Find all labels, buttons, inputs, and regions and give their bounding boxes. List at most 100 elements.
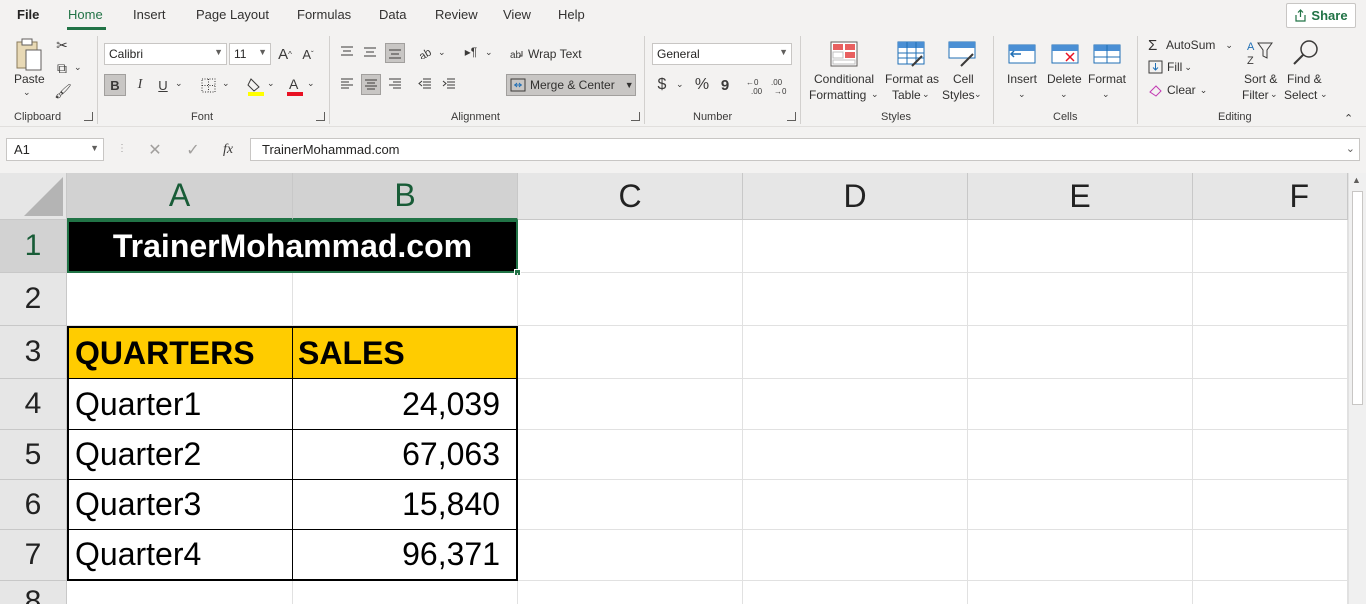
- borders-icon[interactable]: [199, 76, 217, 94]
- header-sales[interactable]: SALES: [293, 326, 518, 379]
- tab-data[interactable]: Data: [379, 7, 406, 22]
- cell-a8[interactable]: [67, 581, 293, 604]
- chevron-down-icon[interactable]: ⌄: [1270, 89, 1278, 100]
- chevron-down-icon[interactable]: ⌄: [1320, 89, 1328, 100]
- column-header-f[interactable]: F: [1193, 173, 1348, 220]
- comma-style-icon[interactable]: 9: [718, 75, 732, 95]
- vertical-scrollbar[interactable]: ▲: [1348, 173, 1366, 604]
- chevron-down-icon[interactable]: ⌄: [922, 89, 930, 100]
- wrap-text-button[interactable]: ab Wrap Text: [510, 45, 582, 63]
- column-header-b[interactable]: B: [293, 173, 518, 220]
- expand-formula-icon[interactable]: ⌄: [1346, 142, 1355, 155]
- find-select-icon[interactable]: [1290, 38, 1322, 68]
- percent-icon[interactable]: %: [693, 75, 711, 95]
- sort-filter-icon[interactable]: AZ: [1245, 38, 1277, 68]
- currency-chevron-icon[interactable]: ⌄: [676, 79, 684, 90]
- collapse-ribbon-icon[interactable]: ⌃: [1344, 112, 1353, 125]
- cancel-icon[interactable]: ✕: [146, 141, 164, 159]
- font-name-combo[interactable]: Calibri ▼: [104, 43, 227, 65]
- row-header-8[interactable]: 8: [0, 581, 67, 604]
- cell-f6[interactable]: [1193, 480, 1348, 530]
- cell-sales-2[interactable]: 67,063: [293, 430, 518, 480]
- cell-quarter-3[interactable]: Quarter3: [67, 480, 293, 530]
- cut-icon[interactable]: ✂: [55, 37, 69, 53]
- cell-c8[interactable]: [518, 581, 743, 604]
- align-left-icon[interactable]: [339, 76, 355, 92]
- increase-indent-icon[interactable]: [441, 76, 457, 92]
- cell-d4[interactable]: [743, 379, 968, 430]
- orientation-chevron-icon[interactable]: ⌄: [438, 47, 446, 58]
- copy-icon[interactable]: ⧉: [53, 60, 71, 76]
- align-center-icon[interactable]: [361, 74, 381, 95]
- underline-button[interactable]: U: [154, 74, 172, 96]
- alignment-launcher-icon[interactable]: [631, 112, 640, 121]
- number-format-combo[interactable]: General ▼: [652, 43, 792, 65]
- currency-icon[interactable]: $: [655, 75, 669, 95]
- paste-icon[interactable]: [12, 37, 46, 73]
- cell-f8[interactable]: [1193, 581, 1348, 604]
- increase-font-icon[interactable]: A ^: [276, 44, 294, 64]
- cell-e3[interactable]: [968, 326, 1193, 379]
- cell-d5[interactable]: [743, 430, 968, 480]
- merge-center-button[interactable]: Merge & Center ▼: [506, 74, 636, 96]
- scroll-thumb[interactable]: [1352, 191, 1363, 405]
- cell-e1[interactable]: [968, 220, 1193, 273]
- increase-decimal-icon[interactable]: ←0.00: [746, 76, 766, 96]
- font-size-combo[interactable]: 11 ▼: [229, 43, 271, 65]
- font-color-chevron-icon[interactable]: ⌄: [307, 78, 315, 89]
- decrease-decimal-icon[interactable]: .00 →0: [771, 76, 791, 96]
- format-painter-icon[interactable]: 🖌: [54, 83, 72, 99]
- conditional-formatting-label-1[interactable]: Conditional: [814, 71, 874, 87]
- conditional-formatting-label-2[interactable]: Formatting: [809, 87, 866, 103]
- column-header-a[interactable]: A: [67, 173, 293, 220]
- tab-review[interactable]: Review: [435, 7, 478, 22]
- tab-view[interactable]: View: [503, 7, 531, 22]
- column-header-d[interactable]: D: [743, 173, 968, 220]
- tab-home[interactable]: Home: [68, 7, 103, 22]
- top-align-icon[interactable]: [339, 44, 355, 60]
- format-cells-label[interactable]: Format: [1088, 71, 1126, 87]
- cell-f1[interactable]: [1193, 220, 1348, 273]
- cell-a1-title[interactable]: TrainerMohammad.com: [67, 220, 518, 273]
- cell-styles-label-2[interactable]: Styles: [942, 87, 975, 103]
- sort-filter-label-1[interactable]: Sort &: [1244, 71, 1277, 87]
- share-button[interactable]: Share: [1286, 3, 1356, 28]
- cell-f5[interactable]: [1193, 430, 1348, 480]
- insert-cells-icon[interactable]: [1006, 38, 1038, 70]
- select-all-corner[interactable]: [0, 173, 67, 220]
- tab-insert[interactable]: Insert: [133, 7, 166, 22]
- copy-chevron-icon[interactable]: ⌄: [74, 62, 82, 73]
- tab-formulas[interactable]: Formulas: [297, 7, 351, 22]
- cell-e4[interactable]: [968, 379, 1193, 430]
- find-select-label-2[interactable]: Select: [1284, 87, 1317, 103]
- paragraph-icon[interactable]: ▸¶: [462, 44, 480, 60]
- cell-f3[interactable]: [1193, 326, 1348, 379]
- row-header-3[interactable]: 3: [0, 326, 67, 379]
- paste-label[interactable]: Paste: [14, 71, 45, 87]
- tab-page-layout[interactable]: Page Layout: [196, 7, 269, 22]
- cell-quarter-1[interactable]: Quarter1: [67, 379, 293, 430]
- find-select-label-1[interactable]: Find &: [1287, 71, 1322, 87]
- chevron-down-icon[interactable]: ⌄: [974, 89, 982, 100]
- fill-color-chevron-icon[interactable]: ⌄: [267, 78, 275, 89]
- cell-d1[interactable]: [743, 220, 968, 273]
- cell-e8[interactable]: [968, 581, 1193, 604]
- cell-f2[interactable]: [1193, 273, 1348, 326]
- chevron-down-icon[interactable]: ⌄: [1060, 89, 1068, 100]
- paste-chevron-icon[interactable]: ⌄: [23, 87, 31, 98]
- cell-e7[interactable]: [968, 530, 1193, 581]
- italic-button[interactable]: I: [131, 74, 149, 96]
- borders-chevron-icon[interactable]: ⌄: [222, 78, 230, 89]
- cell-c2[interactable]: [518, 273, 743, 326]
- column-header-c[interactable]: C: [518, 173, 743, 220]
- bold-button[interactable]: B: [104, 74, 126, 96]
- insert-cells-label[interactable]: Insert: [1007, 71, 1037, 87]
- row-header-6[interactable]: 6: [0, 480, 67, 530]
- cell-c7[interactable]: [518, 530, 743, 581]
- column-header-e[interactable]: E: [968, 173, 1193, 220]
- fill-color-icon[interactable]: [246, 75, 264, 97]
- row-header-7[interactable]: 7: [0, 530, 67, 581]
- chevron-down-icon[interactable]: ⌄: [1018, 89, 1026, 100]
- paragraph-chevron-icon[interactable]: ⌄: [485, 47, 493, 58]
- bottom-align-icon[interactable]: [385, 43, 405, 63]
